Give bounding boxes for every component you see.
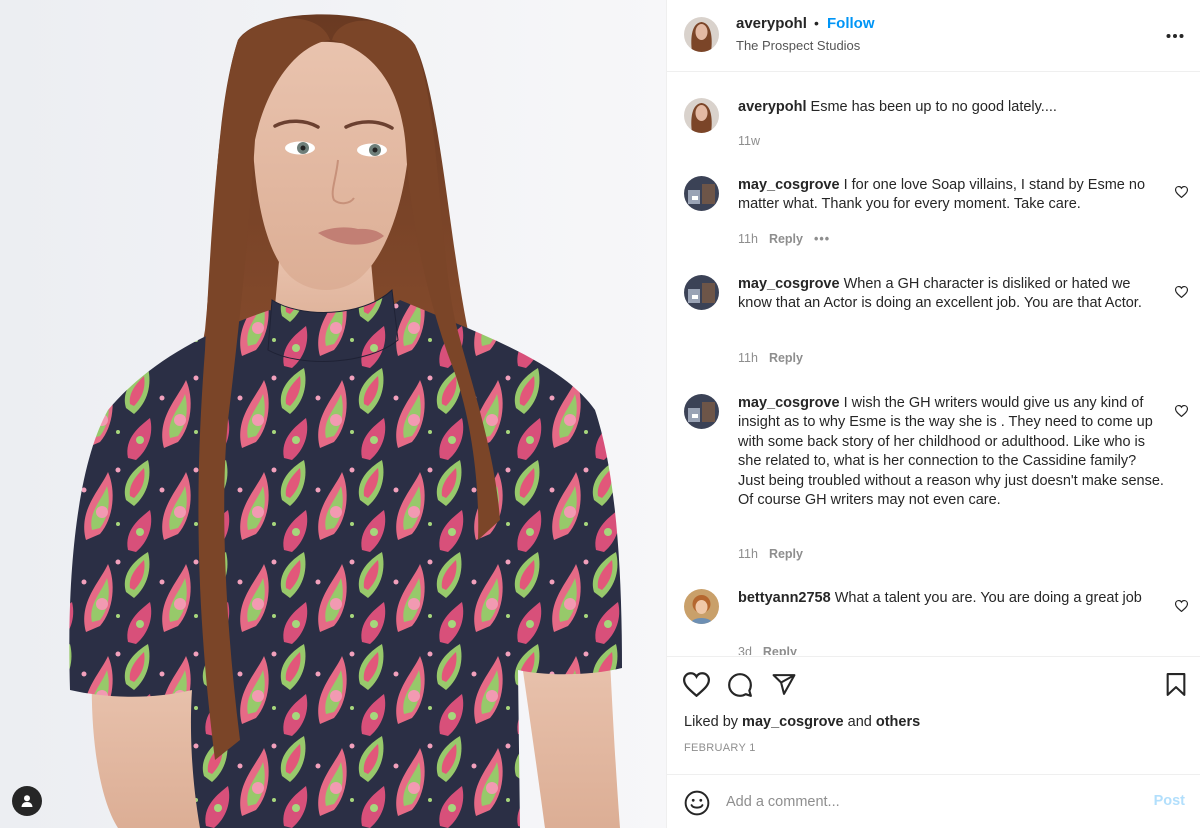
likes-conjunction: and — [843, 714, 876, 730]
user-tag-icon — [21, 795, 33, 807]
like-comment-button[interactable] — [1174, 599, 1189, 617]
comment-username[interactable]: may_cosgrove — [738, 177, 840, 193]
comment-meta: 11h Reply — [738, 351, 803, 365]
comment-composer: Post — [667, 774, 1200, 828]
reply-button[interactable]: Reply — [769, 547, 803, 561]
comment-meta: 11h Reply — [738, 547, 803, 561]
heart-icon — [1174, 404, 1189, 418]
comment-input[interactable] — [726, 789, 1126, 815]
like-comment-button[interactable] — [1174, 404, 1189, 422]
reply-button[interactable]: Reply — [763, 645, 797, 655]
author-avatar[interactable] — [684, 17, 719, 52]
post-date[interactable]: FEBRUARY 1 — [684, 742, 756, 754]
caption-meta: 11w — [738, 134, 760, 148]
caption-time[interactable]: 11w — [738, 134, 760, 148]
comment-icon — [728, 673, 752, 697]
caption-body: Esme has been up to no good lately.... — [806, 99, 1057, 115]
emoji-icon — [684, 790, 710, 816]
comment-meta: 3d Reply — [738, 645, 797, 655]
comment-time[interactable]: 3d — [738, 645, 752, 655]
comment-button[interactable] — [727, 672, 753, 703]
commenter-avatar[interactable] — [684, 589, 719, 624]
post-details-panel: averypohl • Follow The Prospect Studios … — [666, 0, 1200, 828]
like-button[interactable] — [682, 672, 711, 702]
liked-by-others[interactable]: others — [876, 714, 920, 730]
user-tag-button[interactable] — [12, 786, 42, 816]
bookmark-icon — [1166, 673, 1186, 696]
comment-options-button[interactable]: ••• — [814, 232, 830, 246]
comment-username[interactable]: may_cosgrove — [738, 276, 840, 292]
heart-icon — [1174, 285, 1189, 299]
header-separator: • — [814, 15, 819, 31]
emoji-button[interactable] — [684, 790, 710, 821]
follow-button[interactable]: Follow — [827, 15, 875, 32]
post-comment-button[interactable]: Post — [1154, 793, 1185, 809]
share-icon — [772, 674, 796, 695]
more-options-button[interactable] — [1166, 26, 1184, 44]
author-username[interactable]: averypohl — [736, 15, 807, 32]
comment-meta: 11h Reply ••• — [738, 232, 830, 246]
reply-button[interactable]: Reply — [769, 232, 803, 246]
comment-text: may_cosgrove I wish the GH writers would… — [738, 394, 1166, 510]
reply-button[interactable]: Reply — [769, 351, 803, 365]
comments-list[interactable]: averypohl Esme has been up to no good la… — [667, 73, 1200, 655]
caption-avatar[interactable] — [684, 98, 719, 133]
comment-username[interactable]: bettyann2758 — [738, 590, 831, 606]
commenter-avatar[interactable] — [684, 176, 719, 211]
liked-by-user[interactable]: may_cosgrove — [742, 714, 844, 730]
like-comment-button[interactable] — [1174, 285, 1189, 303]
caption-username[interactable]: averypohl — [738, 99, 807, 115]
comment-username[interactable]: may_cosgrove — [738, 395, 840, 411]
comment-time[interactable]: 11h — [738, 351, 758, 365]
like-comment-button[interactable] — [1174, 185, 1189, 203]
comment-time[interactable]: 11h — [738, 232, 758, 246]
comment-body: I wish the GH writers would give us any … — [738, 395, 1164, 509]
comment-text: may_cosgrove When a GH character is disl… — [738, 275, 1166, 314]
post-photo[interactable] — [0, 0, 666, 828]
more-options-icon — [1166, 34, 1184, 38]
comment-time[interactable]: 11h — [738, 547, 758, 561]
likes-summary: Liked by may_cosgrove and others — [684, 714, 920, 730]
portrait-image — [0, 0, 666, 828]
post-header: averypohl • Follow The Prospect Studios — [667, 0, 1200, 72]
comment-text: may_cosgrove I for one love Soap villain… — [738, 176, 1166, 215]
post-location[interactable]: The Prospect Studios — [736, 38, 860, 53]
comment-text: bettyann2758 What a talent you are. You … — [738, 589, 1166, 608]
heart-icon — [682, 672, 711, 698]
commenter-avatar[interactable] — [684, 275, 719, 310]
share-button[interactable] — [771, 672, 797, 702]
liked-by-label: Liked by — [684, 714, 743, 730]
heart-icon — [1174, 185, 1189, 199]
comment-body: What a talent you are. You are doing a g… — [830, 590, 1142, 606]
heart-icon — [1174, 599, 1189, 613]
commenter-avatar[interactable] — [684, 394, 719, 429]
save-button[interactable] — [1165, 672, 1187, 702]
caption-text: averypohl Esme has been up to no good la… — [738, 98, 1166, 117]
